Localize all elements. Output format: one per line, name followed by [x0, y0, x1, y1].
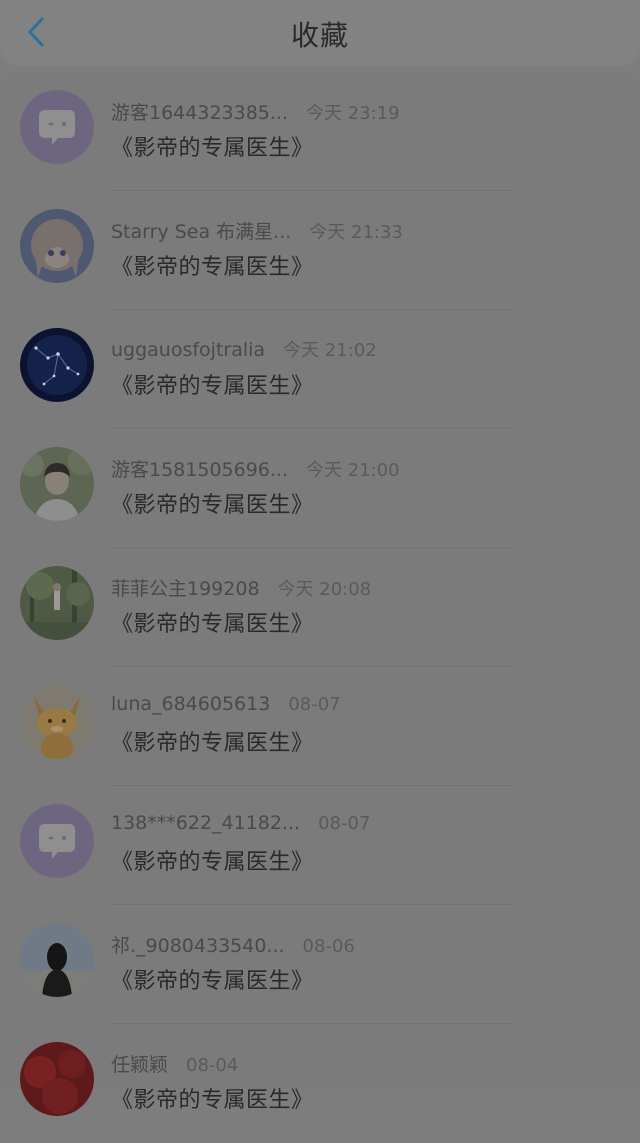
book-title: 《影帝的专属医生》 [111, 374, 314, 399]
red-photo-avatar [20, 1042, 94, 1116]
avatar [20, 685, 94, 759]
avatar [20, 566, 94, 640]
list-item[interactable]: 祁._9080433540... 08-06 《影帝的专属医生》 [0, 905, 640, 1024]
username: 138***622_41182... [111, 812, 301, 834]
list-item[interactable]: 任颖颖 08-04 《影帝的专属医生》 [0, 1024, 640, 1143]
list-item[interactable]: 游客1581505696... 今天 21:00 《影帝的专属医生》 [0, 429, 640, 548]
boy-photo-avatar [20, 447, 94, 521]
timestamp: 08-07 [318, 813, 371, 834]
book-title: 《影帝的专属医生》 [111, 850, 314, 875]
timestamp: 08-07 [288, 694, 341, 715]
username: 游客1581505696... [111, 459, 289, 481]
timestamp: 08-06 [302, 936, 355, 957]
page-title: 收藏 [290, 19, 349, 52]
list-item[interactable]: 菲菲公主199208 今天 20:08 《影帝的专属医生》 [0, 548, 640, 667]
timestamp: 今天 20:08 [277, 579, 372, 600]
favorites-list: 游客1644323385... 今天 23:19 《影帝的专属医生》 Starry… [0, 72, 640, 1116]
constellation-avatar [20, 328, 94, 402]
default-chat-avatar-icon [20, 804, 94, 878]
anime-girl-avatar [20, 209, 94, 283]
top-bar: 收藏 [0, 0, 640, 66]
username: 祁._9080433540... [111, 935, 285, 957]
avatar [20, 923, 94, 997]
username: 游客1644323385... [111, 102, 289, 124]
fox-cartoon-avatar [20, 685, 94, 759]
avatar [20, 90, 94, 164]
girl-back-photo-avatar [20, 923, 94, 997]
timestamp: 08-04 [186, 1055, 239, 1076]
book-title: 《影帝的专属医生》 [111, 731, 314, 756]
username: luna_684605613 [111, 693, 271, 715]
list-item[interactable]: 138***622_41182... 08-07 《影帝的专属医生》 [0, 786, 640, 905]
forest-photo-avatar [20, 566, 94, 640]
timestamp: 今天 23:19 [306, 103, 400, 124]
avatar [20, 209, 94, 283]
list-item[interactable]: 游客1644323385... 今天 23:19 《影帝的专属医生》 [0, 72, 640, 191]
book-title: 《影帝的专属医生》 [111, 612, 314, 637]
book-title: 《影帝的专属医生》 [111, 493, 314, 518]
avatar [20, 447, 94, 521]
book-title: 《影帝的专属医生》 [111, 136, 314, 161]
list-item[interactable]: luna_684605613 08-07 《影帝的专属医生》 [0, 667, 640, 786]
book-title: 《影帝的专属医生》 [111, 255, 314, 280]
avatar [20, 328, 94, 402]
username: uggauosfojtralia [111, 339, 266, 361]
avatar [20, 1042, 94, 1116]
timestamp: 今天 21:02 [283, 340, 377, 361]
timestamp: 今天 21:00 [306, 460, 400, 481]
username: 任颖颖 [111, 1054, 169, 1076]
username: Starry Sea 布满星... [111, 221, 292, 243]
book-title: 《影帝的专属医生》 [111, 969, 314, 994]
list-item[interactable]: Starry Sea 布满星... 今天 21:33 《影帝的专属医生》 [0, 191, 640, 310]
timestamp: 今天 21:33 [309, 222, 403, 243]
username: 菲菲公主199208 [111, 578, 260, 600]
avatar [20, 804, 94, 878]
default-chat-avatar-icon [20, 90, 94, 164]
list-item[interactable]: uggauosfojtralia 今天 21:02 《影帝的专属医生》 [0, 310, 640, 429]
book-title: 《影帝的专属医生》 [111, 1088, 314, 1113]
